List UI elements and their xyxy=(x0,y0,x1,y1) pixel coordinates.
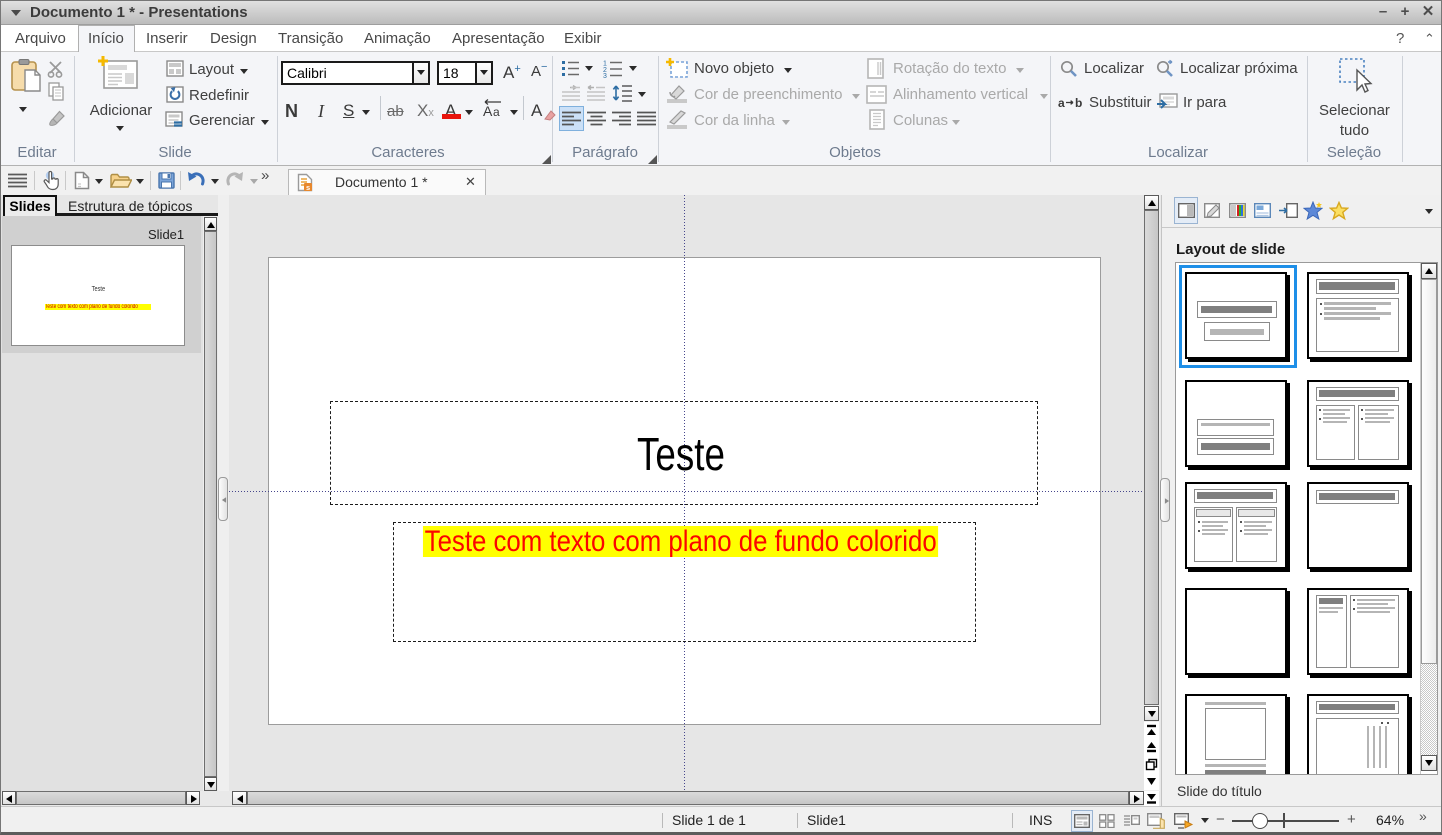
svg-text:a: a xyxy=(493,105,500,119)
svg-text:b: b xyxy=(1075,96,1082,110)
svg-text:A: A xyxy=(483,103,493,119)
svg-text:a: a xyxy=(1058,96,1065,110)
svg-text:s: s xyxy=(306,183,310,192)
svg-text:3: 3 xyxy=(603,73,607,78)
